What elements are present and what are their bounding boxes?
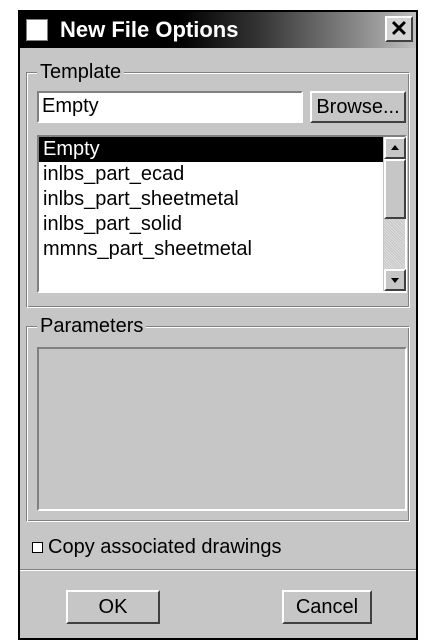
scroll-down-button[interactable] bbox=[384, 269, 406, 291]
scroll-up-button[interactable] bbox=[384, 137, 406, 159]
browse-button[interactable]: Browse... bbox=[310, 91, 406, 123]
close-icon: ✕ bbox=[389, 16, 409, 41]
template-group-label: Template bbox=[37, 61, 125, 83]
template-name-field[interactable]: Empty bbox=[37, 91, 303, 123]
list-item-inlbs-part-solid[interactable]: inlbs_part_solid bbox=[39, 212, 383, 237]
window-icon bbox=[26, 19, 48, 41]
title-bar[interactable]: New File Options ✕ bbox=[20, 12, 416, 48]
template-list-items: Empty inlbs_part_ecad inlbs_part_sheetme… bbox=[39, 137, 383, 262]
cancel-button[interactable]: Cancel bbox=[282, 590, 372, 624]
copy-drawings-checkbox[interactable] bbox=[32, 542, 43, 553]
template-list[interactable]: Empty inlbs_part_ecad inlbs_part_sheetme… bbox=[37, 135, 407, 293]
scroll-thumb[interactable] bbox=[384, 159, 406, 219]
copy-drawings-label[interactable]: Copy associated drawings bbox=[48, 536, 281, 558]
arrow-down-icon bbox=[391, 278, 399, 283]
list-item-inlbs-part-sheetmetal[interactable]: inlbs_part_sheetmetal bbox=[39, 187, 383, 212]
list-item-mmns-part-sheetmetal[interactable]: mmns_part_sheetmetal bbox=[39, 237, 383, 262]
close-button[interactable]: ✕ bbox=[385, 16, 413, 42]
button-separator bbox=[20, 569, 416, 571]
window-title: New File Options bbox=[60, 17, 239, 42]
list-item-inlbs-part-ecad[interactable]: inlbs_part_ecad bbox=[39, 162, 383, 187]
ok-button[interactable]: OK bbox=[66, 590, 160, 624]
browse-button-label: Browse... bbox=[316, 96, 400, 118]
parameters-area bbox=[37, 347, 407, 511]
parameters-group-label: Parameters bbox=[37, 315, 147, 337]
cancel-button-label: Cancel bbox=[295, 596, 359, 618]
new-file-options-dialog: New File Options ✕ Template Empty Browse… bbox=[18, 10, 418, 640]
ok-button-label: OK bbox=[98, 596, 128, 618]
arrow-up-icon bbox=[391, 145, 399, 150]
template-list-scrollbar[interactable] bbox=[383, 137, 406, 291]
parameters-group: Parameters bbox=[26, 315, 410, 522]
list-item-empty[interactable]: Empty bbox=[39, 137, 383, 162]
template-name-value: Empty bbox=[42, 95, 99, 117]
template-group: Template Empty Browse... Empty inlbs_par… bbox=[26, 61, 410, 308]
